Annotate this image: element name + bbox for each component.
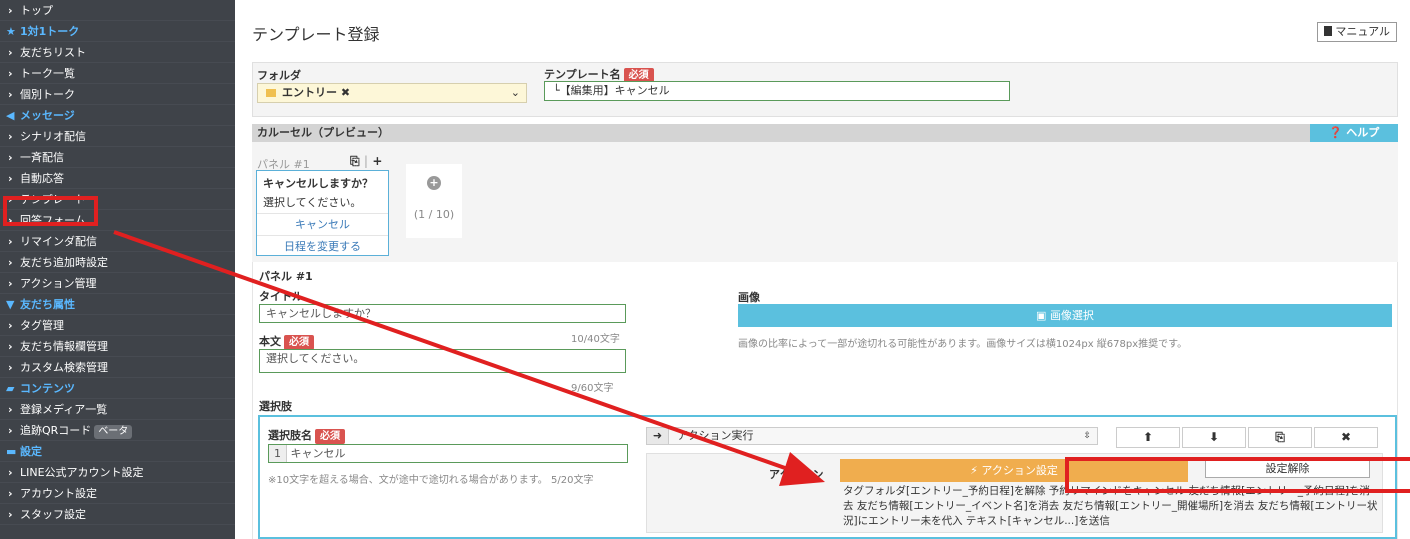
- annotation-arrow: [113, 230, 825, 486]
